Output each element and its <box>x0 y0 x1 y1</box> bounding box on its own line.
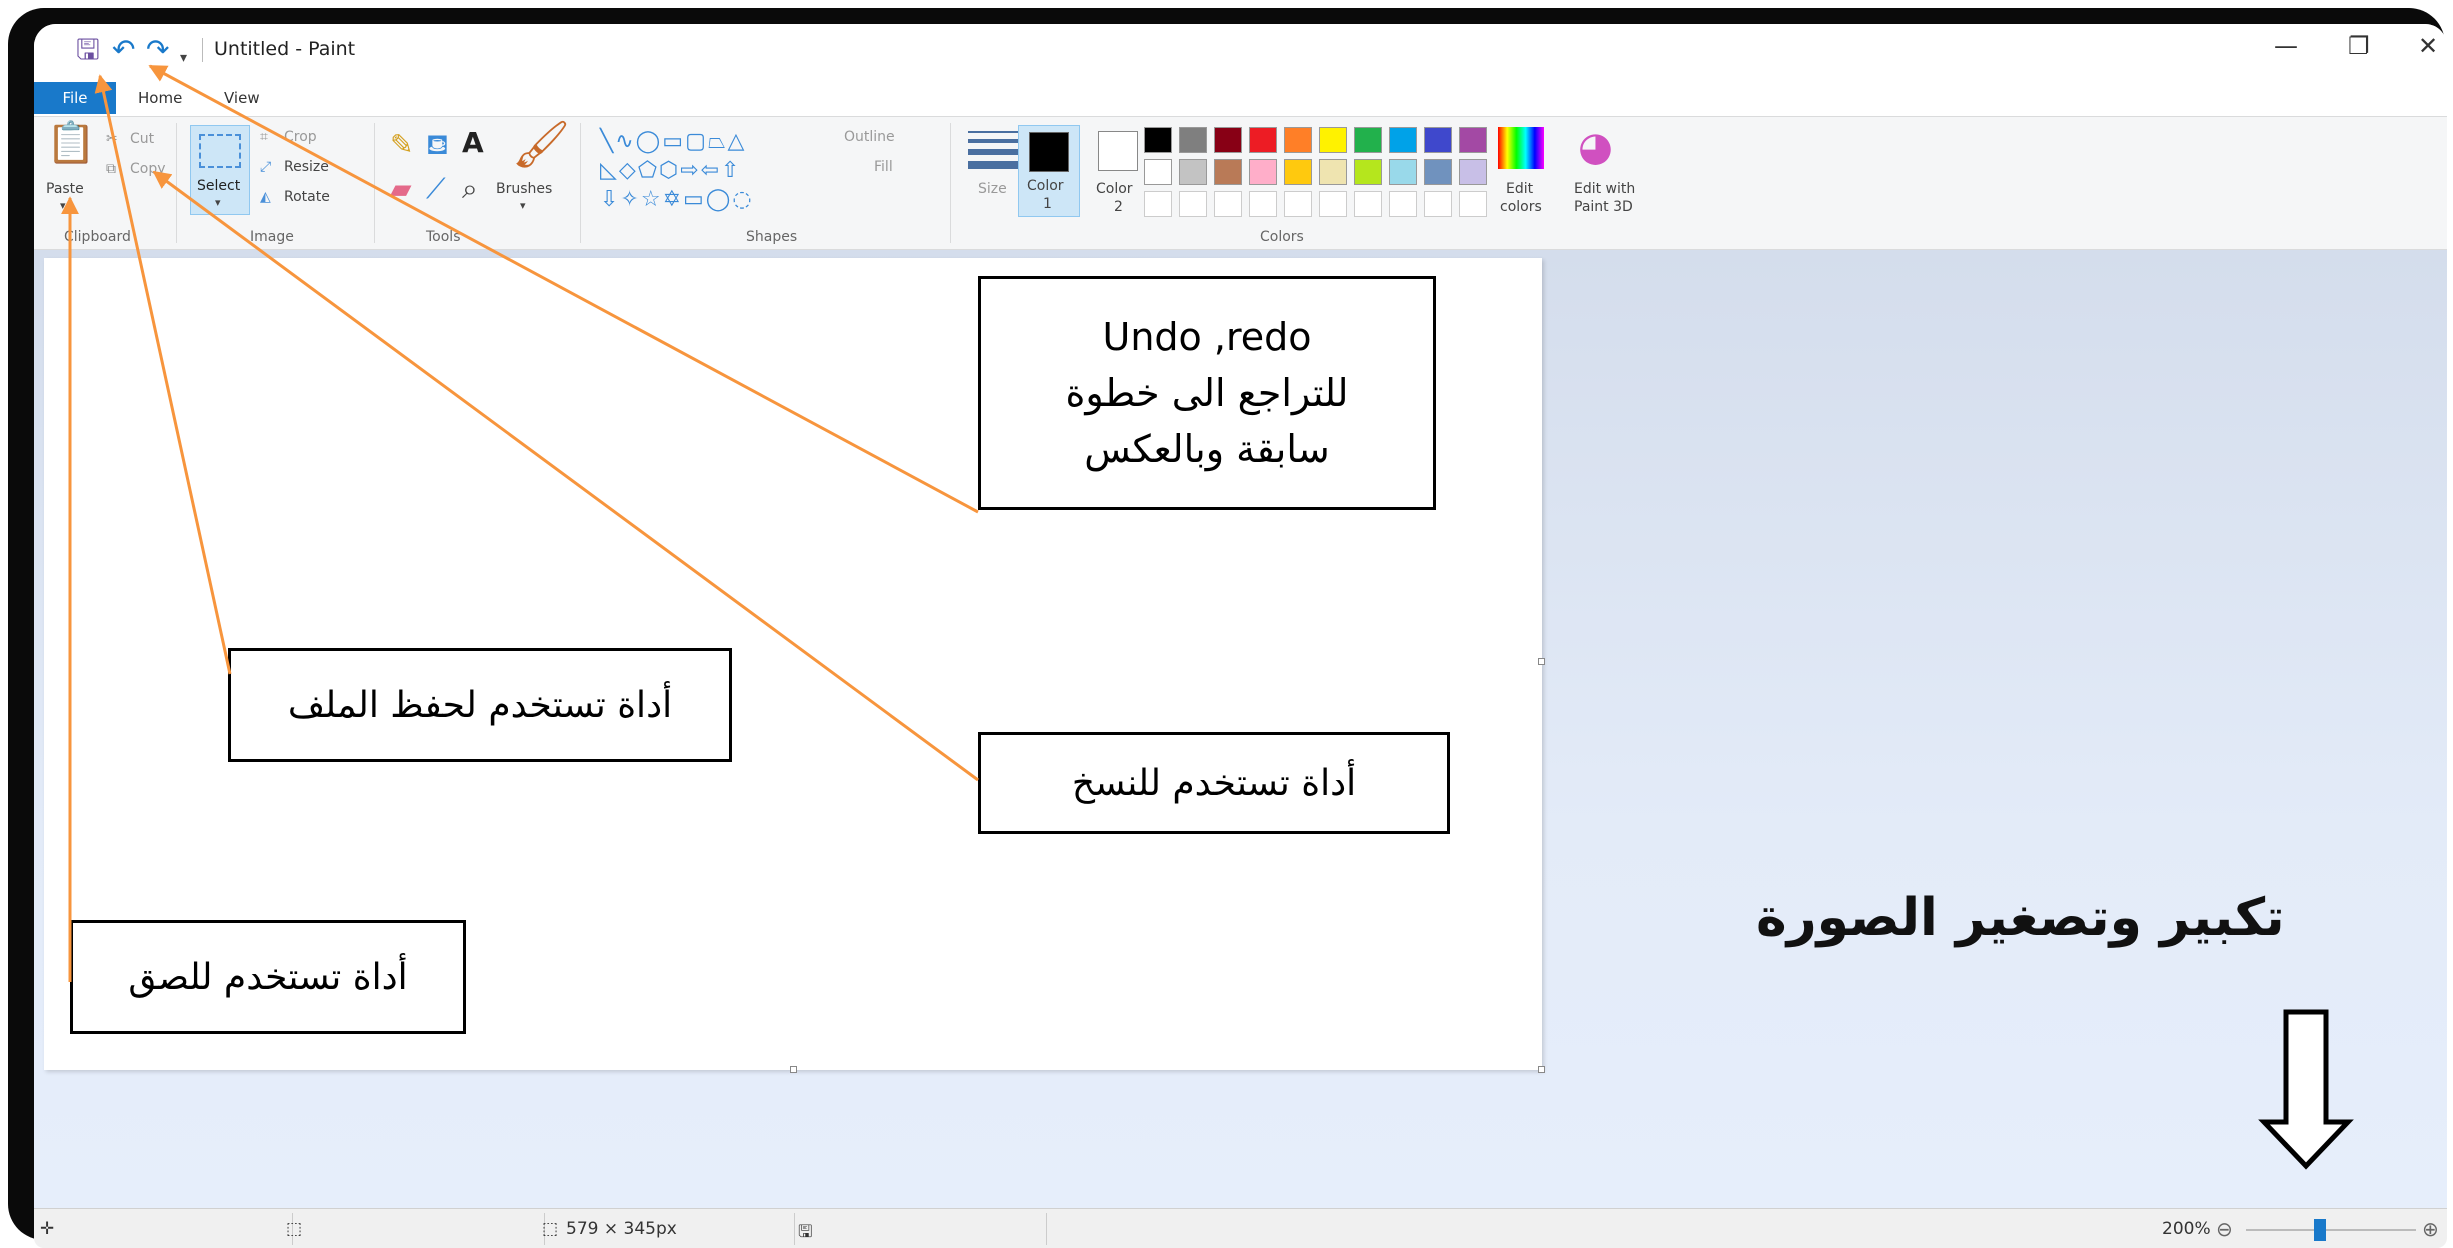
undo-redo-arrow <box>148 64 979 514</box>
save-arrow <box>94 74 232 675</box>
annotation-arrows <box>61 64 2354 1170</box>
device-frame: 🖫 ↶ ↷ ▾ Untitled - Paint — ❐ ✕ File Home… <box>8 8 2447 1248</box>
paint-window: 🖫 ↶ ↷ ▾ Untitled - Paint — ❐ ✕ File Home… <box>34 24 2447 1248</box>
zoom-down-arrow-icon <box>2258 1009 2354 1170</box>
copy-arrow <box>152 170 979 782</box>
